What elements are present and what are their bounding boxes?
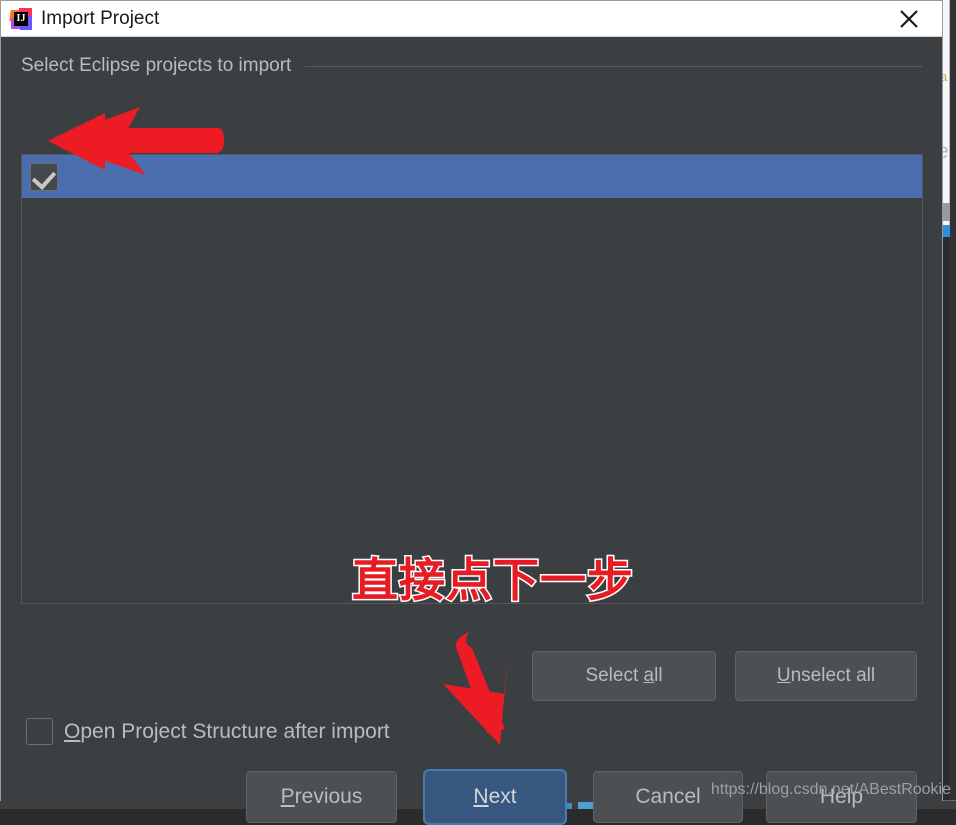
check-icon [31,164,57,190]
watermark-url: https://blog.csdn.net/ABestRookie [710,781,951,798]
list-item[interactable] [22,155,922,198]
intellij-idea-logo-icon: IJ [9,7,32,30]
next-button[interactable]: Next [423,769,567,825]
next-label: Next [473,785,517,808]
open-project-structure-checkbox-row[interactable]: Open Project Structure after import [26,718,390,745]
dialog-titlebar: IJ Import Project [1,1,942,37]
close-icon[interactable] [894,4,924,34]
annotation-chinese-note: 直接点下一步 [351,552,635,609]
unselect-all-label: Unselect all [776,665,876,686]
section-header-label: Select Eclipse projects to import [21,55,292,76]
import-project-dialog: IJ Import Project Select Eclipse project… [0,0,943,825]
open-project-structure-label: Open Project Structure after import [64,719,390,743]
section-header: Select Eclipse projects to import [21,55,922,77]
previous-button[interactable]: Previous [246,771,397,823]
unselect-all-button[interactable]: Unselect all [735,651,917,701]
section-header-rule [305,65,922,67]
eclipse-projects-list[interactable] [21,154,923,604]
cancel-label: Cancel [635,785,701,808]
dialog-content: Select Eclipse projects to import 直接点下一步… [1,37,942,825]
project-checkbox[interactable] [30,162,58,191]
select-all-label: Select all [585,665,663,686]
select-all-button[interactable]: Select all [532,651,716,701]
previous-label: Previous [280,785,363,808]
open-project-structure-checkbox[interactable] [26,718,53,745]
dialog-title: Import Project [41,7,160,29]
